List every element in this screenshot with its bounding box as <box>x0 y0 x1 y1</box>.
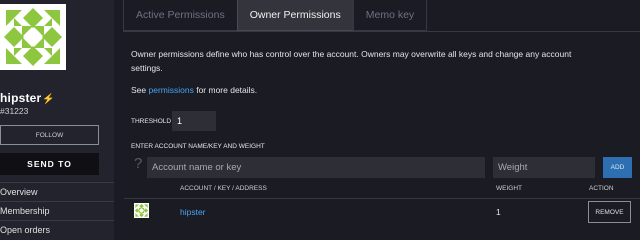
permissions-tabs: Active Permissions Owner Permissions Mem… <box>123 0 428 31</box>
identicon-icon <box>134 203 149 218</box>
tab-memo-key[interactable]: Memo key <box>352 0 428 31</box>
permissions-link[interactable]: permissions <box>149 85 194 95</box>
column-header-account: ACCOUNT / KEY / ADDRESS <box>180 185 267 192</box>
tab-owner-permissions[interactable]: Owner Permissions <box>236 0 354 31</box>
column-header-action: ACTION <box>589 185 614 192</box>
row-identicon <box>134 203 149 218</box>
tab-active-permissions[interactable]: Active Permissions <box>123 0 238 31</box>
owner-permissions-description: Owner permissions define who has control… <box>131 49 572 73</box>
lifetime-member-bolt-icon: ⚡ <box>42 94 56 105</box>
see-suffix: for more details. <box>193 85 258 95</box>
sidebar-menu: Overview Membership Open orders <box>0 182 114 239</box>
permissions-panel: Active Permissions Owner Permissions Mem… <box>114 0 640 240</box>
see-permissions-text: See permissions for more details. <box>131 85 257 95</box>
question-mark-icon: ? <box>134 155 143 172</box>
threshold-input[interactable] <box>172 111 216 131</box>
sidebar-item-open-orders[interactable]: Open orders <box>0 220 114 239</box>
tabs-divider <box>123 31 640 32</box>
follow-button[interactable]: FOLLOW <box>0 125 99 145</box>
account-name: hipster⚡ <box>0 91 55 105</box>
column-header-weight: WEIGHT <box>496 185 522 192</box>
enter-account-label: ENTER ACCOUNT NAME/KEY AND WEIGHT <box>131 143 265 150</box>
table-divider <box>124 198 640 199</box>
row-account-link[interactable]: hipster <box>180 207 206 217</box>
add-button[interactable]: ADD <box>603 157 632 178</box>
sidebar-item-membership[interactable]: Membership <box>0 201 114 220</box>
account-number: #31223 <box>0 106 29 116</box>
account-sidebar: hipster⚡ #31223 FOLLOW SEND TO Overview … <box>0 0 114 240</box>
threshold-label: THRESHOLD <box>131 118 172 125</box>
remove-button[interactable]: REMOVE <box>588 201 631 223</box>
send-to-button[interactable]: SEND TO <box>0 153 99 175</box>
account-name-text: hipster <box>0 91 42 105</box>
see-prefix: See <box>131 85 149 95</box>
row-weight: 1 <box>496 207 501 217</box>
sidebar-item-overview[interactable]: Overview <box>0 182 114 201</box>
identicon-icon <box>0 4 66 70</box>
account-name-input[interactable] <box>147 157 485 178</box>
account-identicon <box>0 4 66 70</box>
weight-input[interactable] <box>493 157 595 178</box>
